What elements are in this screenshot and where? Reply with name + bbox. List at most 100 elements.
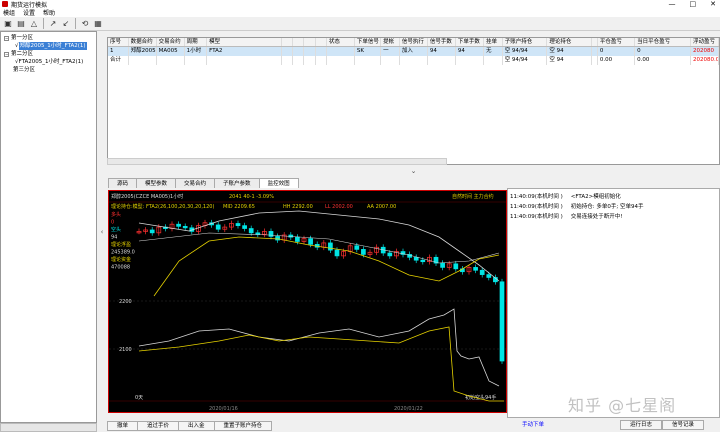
toolbar-new-icon[interactable]: ▣	[2, 18, 14, 30]
table-cell: 空 94	[547, 47, 593, 56]
table-cell	[327, 56, 355, 65]
column-header[interactable]: 数据合约	[129, 38, 157, 46]
column-header[interactable]: 状态	[327, 38, 355, 46]
app-window: 期货运行模拟 — □ ✕ 模组 设置 帮助 ▣ ▤ △ ↗ ↙ ⟲ ▦ − 第一分…	[0, 0, 720, 432]
column-header[interactable]: 下单手数	[456, 38, 484, 46]
reset-position-button[interactable]: 重置子账户持仓	[213, 421, 273, 431]
toolbar-grid-icon[interactable]: ▦	[92, 18, 104, 30]
run-log-button[interactable]: 运行日志	[620, 420, 663, 430]
column-header[interactable]: 平仓盈亏	[598, 38, 636, 46]
tab-source[interactable]: 源码	[108, 178, 138, 188]
collapse-icon[interactable]: −	[4, 51, 9, 57]
toolbar-up-icon[interactable]: ↗	[47, 18, 59, 30]
column-header[interactable]: 下单信号	[355, 38, 382, 46]
column-header[interactable]: 信号手数	[428, 38, 456, 46]
title-bar: 期货运行模拟 — □ ✕	[0, 0, 720, 9]
maximize-button[interactable]: □	[690, 0, 697, 8]
table-scrollbar[interactable]	[107, 158, 447, 165]
table-cell	[428, 56, 456, 65]
chart-side-label: 多头	[111, 211, 121, 218]
log-message: <FTA2>模组初始化	[570, 194, 621, 200]
tree-item[interactable]: √ FTA2005_1小时_FTA2(1)	[1, 58, 96, 66]
candle-down	[334, 249, 340, 257]
tree-group[interactable]: 第三分区	[1, 66, 96, 74]
strategy-tree: − 第一分区 √ 郑醇2005_1小时_FTA2(1) − 第二分区 √ FTA2005…	[0, 31, 97, 423]
table-cell: 94	[456, 47, 484, 56]
table-cell	[304, 47, 316, 56]
collapse-left-button[interactable]: ‹	[97, 31, 107, 432]
tree-group-label: 第二分区	[11, 51, 34, 57]
tab-trade-contract[interactable]: 交易合约	[175, 178, 216, 188]
toolbar-alert-icon[interactable]: △	[28, 18, 40, 30]
toolbar-down-icon[interactable]: ↙	[60, 18, 72, 30]
collapse-down-button[interactable]: ⌄	[107, 166, 720, 176]
column-header[interactable]: 周期	[185, 38, 208, 46]
tab-bar: 源码 模型参数 交易合约 子账户参数 监控效图	[108, 178, 299, 188]
column-header[interactable]: 序号	[108, 38, 129, 46]
toolbar-open-icon[interactable]: ▤	[15, 18, 27, 30]
oscillator-line	[138, 308, 500, 387]
table-total-row: 合计空 94/94空 940.000.00202080.00	[108, 56, 719, 65]
chase-price-button[interactable]: 追过手价	[137, 421, 180, 431]
candle-down	[149, 229, 155, 234]
table-cell	[316, 47, 327, 56]
chart-side-label: 94	[111, 235, 117, 241]
chart-header-title: 郑醇2005(CZCE MA005)1小时	[111, 193, 183, 200]
candle-down	[387, 252, 393, 257]
tree-group[interactable]: − 第二分区	[1, 50, 96, 58]
minimize-button[interactable]: —	[669, 0, 676, 8]
column-header[interactable]	[316, 38, 327, 46]
table-cell	[282, 56, 293, 65]
table-cell: 0	[635, 47, 691, 56]
log-buttons: 运行日志 信号记录	[620, 420, 705, 430]
tab-model-params[interactable]: 模型参数	[136, 178, 177, 188]
column-header[interactable]	[293, 38, 305, 46]
tree-item-label: 郑醇2005_1小时_FTA2(1)	[18, 42, 87, 50]
menu-item-help[interactable]: 帮助	[43, 8, 55, 17]
column-header[interactable]	[304, 38, 316, 46]
table-row[interactable]: 1 郑醇2005 MA005 1小时 FTA2 SK 一加入 94 94 无空 94/94 空 94…	[108, 47, 719, 56]
column-header[interactable]: 理论持仓	[547, 38, 593, 46]
column-header[interactable]: 子账户持仓	[503, 38, 548, 46]
cancel-order-button[interactable]: 撤单	[107, 421, 139, 431]
candle-down	[354, 245, 360, 250]
collapse-icon[interactable]: −	[4, 35, 9, 41]
chart-side-label: 理论浮盈	[111, 241, 131, 248]
signal-record-button[interactable]: 信号记录	[662, 420, 705, 430]
tree-group[interactable]: − 第一分区	[1, 34, 96, 42]
candle-down	[328, 242, 333, 251]
table-cell: FTA2	[207, 47, 282, 56]
candle-down	[453, 263, 459, 270]
toolbar-refresh-icon[interactable]: ⟲	[79, 18, 91, 30]
column-header[interactable]	[282, 38, 293, 46]
table-cell: SK	[355, 47, 382, 56]
monitor-chart[interactable]: 郑醇2005(CZCE MA005)1小时 2041 40-1 -3.09% 自然时…	[108, 190, 507, 413]
menu-item-modules[interactable]: 模组	[3, 8, 15, 17]
column-header[interactable]: 当日平仓盈亏	[635, 38, 691, 46]
column-header[interactable]: 浮动盈亏	[691, 38, 719, 46]
column-header[interactable]: 挂单	[484, 38, 503, 46]
tab-subaccount-params[interactable]: 子账户参数	[214, 178, 260, 188]
close-button[interactable]: ✕	[710, 0, 716, 8]
funds-button[interactable]: 出入金	[178, 421, 215, 431]
candle-down	[248, 228, 254, 234]
candle-down	[275, 236, 280, 241]
column-header[interactable]: 信号执行	[400, 38, 428, 46]
table-cell	[157, 56, 185, 65]
table-cell	[327, 47, 355, 56]
column-header[interactable]: 交易合约	[157, 38, 185, 46]
candle-down	[420, 259, 426, 263]
column-header[interactable]: 提帐	[381, 38, 400, 46]
column-header[interactable]: 模型	[207, 38, 282, 46]
manual-order-link[interactable]: 手动下单	[522, 420, 544, 430]
log-time: 11:40:09(本机时间 )	[510, 204, 563, 210]
table-cell	[484, 56, 503, 65]
chevron-left-icon: ‹	[100, 227, 104, 236]
tree-item-selected[interactable]: √ 郑醇2005_1小时_FTA2(1)	[1, 42, 96, 50]
menu-item-settings[interactable]: 设置	[23, 8, 35, 17]
table-cell: 无	[484, 47, 503, 56]
candle-down	[413, 256, 419, 261]
tree-scrollbar[interactable]	[0, 423, 97, 432]
table-header: 序号 数据合约 交易合约 周期 模型 状态 下单信号 提帐 信号执行 信号手数 下单手数 挂单 子账户持…	[108, 38, 719, 47]
tab-monitor-chart[interactable]: 监控效图	[258, 178, 299, 188]
